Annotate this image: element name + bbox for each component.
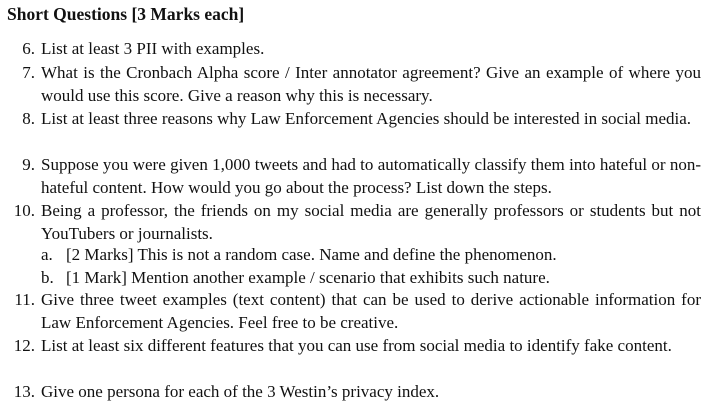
question-number: 11. (14, 290, 35, 309)
question-text: List at least six different features tha… (41, 336, 672, 355)
question-number: 9. (22, 155, 35, 174)
question-text: List at least 3 PII with examples. (41, 39, 265, 58)
question-sheet: Short Questions [3 Marks each] 6. List a… (0, 0, 721, 404)
question-number: 13. (13, 382, 35, 401)
question-number: 6. (22, 39, 35, 58)
question-number: 10. (13, 201, 35, 220)
question-text: Give one persona for each of the 3 Westi… (41, 382, 440, 401)
subpart-letter: b. (41, 268, 54, 287)
question-text: Give three tweet examples (text content)… (41, 290, 701, 332)
question-text: List at least three reasons why Law Enfo… (41, 109, 692, 128)
subpart-letter: a. (41, 245, 53, 264)
question-number: 7. (22, 63, 35, 82)
section-heading: Short Questions [3 Marks each] (7, 4, 245, 24)
subpart-text: [2 Marks] This is not a random case. Nam… (66, 245, 557, 264)
question-text: Suppose you were given 1,000 tweets and … (41, 155, 701, 197)
question-text: Being a professor, the friends on my soc… (41, 201, 701, 243)
question-text: What is the Cronbach Alpha score / Inter… (41, 63, 701, 105)
question-number: 8. (22, 109, 35, 128)
subpart-text: [1 Mark] Mention another example / scena… (66, 268, 550, 287)
question-number: 12. (13, 336, 35, 355)
